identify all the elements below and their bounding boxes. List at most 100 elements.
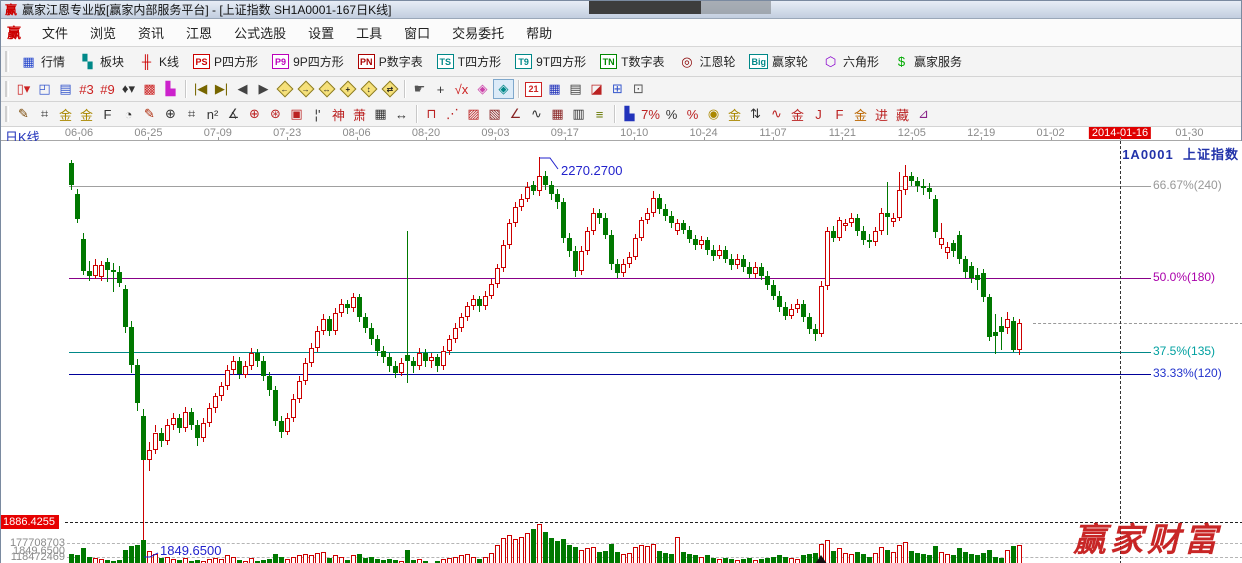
tick-marks-tool[interactable]: ¦' [307, 104, 328, 124]
9t-square-button[interactable]: T9 9T四方形 [508, 50, 593, 73]
toolbar-grip[interactable] [5, 80, 9, 98]
export-tool[interactable]: ⊞ [607, 79, 628, 99]
t-square-button[interactable]: TS T四方形 [430, 50, 508, 73]
angle-tool[interactable]: ∡ [223, 104, 244, 124]
gann-fan-tool[interactable]: ⋰ [442, 104, 463, 124]
menu-gann[interactable]: 江恩 [175, 22, 223, 45]
red-grid-tool[interactable]: ▣ [286, 104, 307, 124]
menu-formula-stock-picking[interactable]: 公式选股 [223, 22, 297, 45]
last-bar-button[interactable]: ▶| [211, 79, 232, 99]
winner-wheel-button[interactable]: Big 赢家轮 [742, 50, 815, 73]
hexagon-button[interactable]: ⬡ 六角形 [815, 50, 886, 73]
diamond-shift-left-button[interactable]: ← [274, 79, 295, 99]
color-histogram-tool[interactable]: ▙ [160, 79, 181, 99]
gold-red-tool[interactable]: 金 [787, 104, 808, 124]
calendar-tool[interactable]: 21 [523, 79, 544, 99]
diamond-zoom-in-button[interactable]: + [337, 79, 358, 99]
pen-tool[interactable]: ✎ [139, 104, 160, 124]
pink-grid-tool[interactable]: ◈ [472, 79, 493, 99]
zigzag-wave-tool[interactable]: ∿ [526, 104, 547, 124]
chart-9-tool[interactable]: #9 [97, 79, 118, 99]
formula-tool[interactable]: √x [451, 79, 472, 99]
red-mesh-tool[interactable]: ▦ [547, 104, 568, 124]
9p-square-button[interactable]: P9 9P四方形 [265, 50, 351, 73]
bar-count-tool[interactable]: ⌗ [181, 104, 202, 124]
quotes-button[interactable]: ▦ 行情 [13, 50, 72, 73]
diamond-v-zoom-button[interactable]: ↕ [358, 79, 379, 99]
percent-tool[interactable]: % [661, 104, 682, 124]
menu-tools[interactable]: 工具 [345, 22, 393, 45]
fibonacci-tool[interactable]: F [97, 104, 118, 124]
advance-angle-tool[interactable]: 进 [871, 104, 892, 124]
step-chart-tool[interactable]: ▙ [619, 104, 640, 124]
winner-service-button[interactable]: $ 赢家服务 [886, 50, 969, 73]
calculator-tool[interactable]: ▦ [544, 79, 565, 99]
grid-123-tool[interactable]: ▦ [370, 104, 391, 124]
fan-angle-tool[interactable]: ∠ [505, 104, 526, 124]
menu-help[interactable]: 帮助 [515, 22, 563, 45]
crosshair-tool[interactable]: + [430, 79, 451, 99]
star-cycle-tool[interactable]: ⊛ [265, 104, 286, 124]
gann-wheel-button[interactable]: ◎ 江恩轮 [671, 50, 742, 73]
menu-settings[interactable]: 设置 [297, 22, 345, 45]
shen-number-tool[interactable]: 神 [328, 104, 349, 124]
chart-plot[interactable]: 1A0001 上证指数 66.67%(240) 50.0%(180) 37.5%(1… [1, 141, 1242, 563]
diamond-h-zoom-button[interactable]: ↔ [316, 79, 337, 99]
prev-bar-button[interactable]: ◀ [232, 79, 253, 99]
kline-style-tool[interactable]: ▯▾ [13, 79, 34, 99]
print-tool[interactable]: ⊡ [628, 79, 649, 99]
t-number-table-button[interactable]: TN T数字表 [593, 50, 671, 73]
teal-grid-tool[interactable]: ◈ [493, 79, 514, 99]
spiral-tool[interactable]: ◔ [118, 104, 139, 124]
purple-triangle-tool[interactable]: ⊿ [913, 104, 934, 124]
info-panel-tool[interactable]: ▤ [55, 79, 76, 99]
f-angle-tool[interactable]: F [829, 104, 850, 124]
menu-trade-order[interactable]: 交易委托 [441, 22, 515, 45]
percent-lines-tool[interactable]: % [682, 104, 703, 124]
box-range-tool[interactable]: ⊓ [421, 104, 442, 124]
red-wave-tool[interactable]: ∿ [766, 104, 787, 124]
span-measure-tool[interactable]: ↔ [391, 104, 412, 124]
brush-tool[interactable]: ✎ [13, 104, 34, 124]
n-square-tool[interactable]: n² [202, 104, 223, 124]
seven-percent-tool[interactable]: 7% [640, 104, 661, 124]
menu-browse[interactable]: 浏览 [79, 22, 127, 45]
compass-tool[interactable]: ⊕ [244, 104, 265, 124]
shade-grid-tool-1[interactable]: ▨ [463, 104, 484, 124]
bar-density-tool[interactable]: ⌗ [34, 104, 55, 124]
sort-levels-tool[interactable]: ⇅ [745, 104, 766, 124]
p-square-button[interactable]: PS P四方形 [186, 50, 265, 73]
numbered-grid-tool[interactable]: ▥ [568, 104, 589, 124]
toolbar-grip[interactable] [5, 51, 9, 72]
kline-button[interactable]: ╫ K线 [131, 50, 186, 73]
gold-circle-tool[interactable]: ◉ [703, 104, 724, 124]
p-number-table-button[interactable]: PN P数字表 [351, 50, 430, 73]
menu-window[interactable]: 窗口 [393, 22, 441, 45]
j-angle-tool[interactable]: J [808, 104, 829, 124]
hidden-angle-tool[interactable]: 藏 [892, 104, 913, 124]
menu-file[interactable]: 文件 [31, 22, 79, 45]
save-tool[interactable]: ◪ [586, 79, 607, 99]
title-bar[interactable]: 赢 赢家江恩专业版[赢家内部服务平台] - [上证指数 SH1A0001-167… [1, 1, 1241, 19]
chart-3-tool[interactable]: #3 [76, 79, 97, 99]
gold-angle-tool[interactable]: 金 [850, 104, 871, 124]
circle-cycle-tool[interactable]: ⊕ [160, 104, 181, 124]
xiao-tool[interactable]: 萧 [349, 104, 370, 124]
menu-news[interactable]: 资讯 [127, 22, 175, 45]
toolbar-grip[interactable] [5, 105, 9, 123]
gold-ratio-tool-2[interactable]: 金 [76, 104, 97, 124]
diamond-reset-button[interactable]: ⇄ [379, 79, 400, 99]
drop-style-tool[interactable]: ♦▾ [118, 79, 139, 99]
sectors-button[interactable]: ▚ 板块 [72, 50, 131, 73]
gold-lines-tool[interactable]: 金 [724, 104, 745, 124]
chart-window-tool[interactable]: ◰ [34, 79, 55, 99]
hand-tool[interactable]: ☛ [409, 79, 430, 99]
first-bar-button[interactable]: |◀ [190, 79, 211, 99]
pattern-box-tool[interactable]: ▩ [139, 79, 160, 99]
gold-ratio-tool-1[interactable]: 金 [55, 104, 76, 124]
parallel-lines-tool[interactable]: ≡ [589, 104, 610, 124]
notes-tool[interactable]: ▤ [565, 79, 586, 99]
diamond-shift-right-button[interactable]: → [295, 79, 316, 99]
next-bar-button[interactable]: ▶ [253, 79, 274, 99]
shade-grid-tool-2[interactable]: ▧ [484, 104, 505, 124]
